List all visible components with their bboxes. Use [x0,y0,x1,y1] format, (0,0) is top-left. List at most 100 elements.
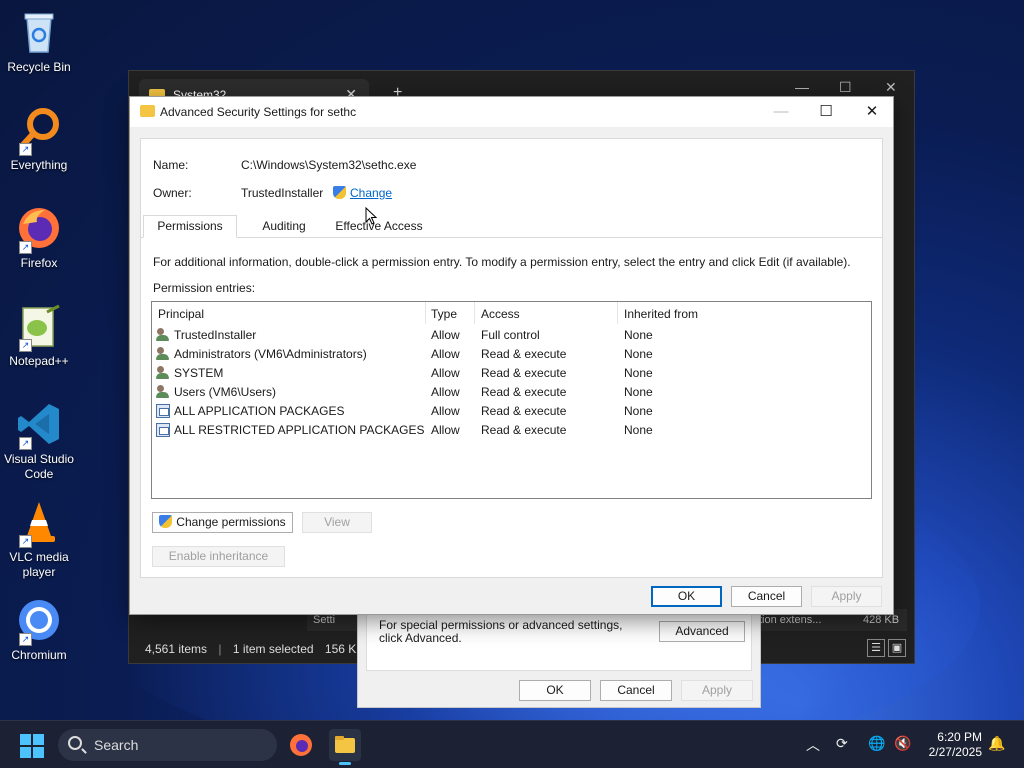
tab-permissions[interactable]: Permissions [143,215,237,238]
taskbar: Search ︿ ⟳ 🌐 🔇 6:20 PM 2/27/2025 🔔 [0,720,1024,768]
language-icon[interactable]: 🌐 [868,735,885,752]
view-button[interactable]: View [302,512,372,533]
desktop-icon-label: Recycle Bin [7,60,71,74]
close-icon[interactable]: ✕ [857,101,887,123]
file-row-type: tion extens... [759,614,822,626]
details-view-icon[interactable]: ☰ [867,639,885,657]
chromium-icon: ↗ [15,596,63,646]
enable-inheritance-button[interactable]: Enable inheritance [152,546,285,567]
desktop-icon-label: Firefox [20,256,58,270]
permission-entries-title: Permission entries: [153,281,256,295]
chevron-up-icon[interactable]: ︿ [806,735,820,755]
owner-label: Owner: [153,186,192,200]
notification-bell-icon[interactable]: 🔔 [988,735,1005,752]
row-access: Read & execute [481,385,567,399]
user-group-icon [156,385,171,399]
user-group-icon [156,347,171,361]
recycle-bin-icon [15,8,63,56]
minimize-icon: — [773,103,789,120]
taskbar-file-explorer[interactable] [329,729,361,765]
app-package-icon [156,404,170,418]
column-header-principal[interactable]: Principal [158,307,204,321]
row-type: Allow [431,385,460,399]
taskbar-firefox[interactable] [285,729,317,761]
row-inherited: None [624,404,653,418]
row-principal: ALL APPLICATION PACKAGES [174,404,345,418]
start-button[interactable] [20,734,44,758]
desktop-icon-recycle-bin[interactable]: Recycle Bin [2,8,76,75]
column-header-inherited-from[interactable]: Inherited from [624,307,698,321]
vscode-icon: ↗ [15,400,63,450]
file-row-size: 428 KB [863,614,900,626]
change-owner-link[interactable]: Change [333,186,392,200]
clock[interactable]: 6:20 PM 2/27/2025 [918,730,982,760]
search-icon [68,736,82,750]
info-text: For additional information, double-click… [153,255,851,269]
sync-icon[interactable]: ⟳ [836,735,848,752]
status-item-count: 4,561 items [145,642,208,656]
tiles-view-icon[interactable]: ▣ [888,639,906,657]
taskbar-search[interactable]: Search [58,729,277,761]
desktop-icon-firefox[interactable]: ↗ Firefox [2,204,76,271]
tab-effective-access[interactable]: Effective Access [331,215,427,238]
props-apply-button[interactable]: Apply [681,680,753,701]
permission-entries-list[interactable]: Principal Type Access Inherited from Tru… [151,301,872,499]
desktop-icon-everything[interactable]: ↗ Everything [2,106,76,173]
desktop-icon-vscode[interactable]: ↗ Visual Studio Code [2,400,76,482]
table-row[interactable]: Administrators (VM6\Administrators) Allo… [152,345,871,364]
table-row[interactable]: Users (VM6\Users) Allow Read & execute N… [152,383,871,402]
column-header-access[interactable]: Access [481,307,520,321]
view-buttons: ☰ ▣ [864,639,906,657]
shortcut-arrow-icon: ↗ [19,535,32,548]
row-inherited: None [624,366,653,380]
row-principal: Administrators (VM6\Administrators) [174,347,367,361]
ok-button[interactable]: OK [651,586,722,607]
props-cancel-button[interactable]: Cancel [600,680,672,701]
apply-button[interactable]: Apply [811,586,882,607]
desktop-icon-notepadpp[interactable]: ↗ Notepad++ [2,302,76,369]
cancel-button[interactable]: Cancel [731,586,802,607]
desktop-icon-vlc[interactable]: ↗ VLC media player [2,498,76,580]
row-type: Allow [431,347,460,361]
row-type: Allow [431,328,460,342]
dialog-title: Advanced Security Settings for sethc [160,105,357,119]
clock-date: 2/27/2025 [928,745,982,759]
folder-icon [335,736,355,753]
vlc-icon: ↗ [15,498,63,548]
column-header-type[interactable]: Type [431,307,457,321]
row-inherited: None [624,423,653,437]
desktop-icon-label: Visual Studio Code [4,452,74,481]
firefox-icon: ↗ [15,204,63,254]
maximize-icon[interactable]: ☐ [811,101,841,123]
table-row[interactable]: TrustedInstaller Allow Full control None [152,326,871,345]
name-label: Name: [153,158,189,172]
row-principal: SYSTEM [174,366,224,380]
desktop-icon-chromium[interactable]: ↗ Chromium [2,596,76,663]
change-permissions-button[interactable]: Change permissions [152,512,293,533]
table-row[interactable]: ALL RESTRICTED APPLICATION PACKAGES Allo… [152,421,871,440]
row-type: Allow [431,366,460,380]
props-advanced-text: For special permissions or advanced sett… [379,618,623,645]
props-ok-button[interactable]: OK [519,680,591,701]
row-access: Read & execute [481,366,567,380]
shortcut-arrow-icon: ↗ [19,437,32,450]
tab-auditing[interactable]: Auditing [239,215,329,238]
maximize-icon[interactable]: ☐ [839,79,852,96]
change-link-text: Change [350,186,393,200]
row-access: Read & execute [481,347,567,361]
everything-icon: ↗ [15,106,63,156]
desktop-icon-label: VLC media player [9,550,69,579]
minimize-icon[interactable]: — [795,79,809,95]
notepadpp-icon: ↗ [15,302,63,352]
close-icon[interactable]: ✕ [885,79,897,96]
owner-value: TrustedInstaller [241,186,324,200]
table-row[interactable]: ALL APPLICATION PACKAGES Allow Read & ex… [152,402,871,421]
row-type: Allow [431,423,460,437]
row-principal: Users (VM6\Users) [174,385,277,399]
table-row[interactable]: SYSTEM Allow Read & execute None [152,364,871,383]
speaker-muted-icon[interactable]: 🔇 [894,735,911,752]
desktop-icon-label: Everything [10,158,68,172]
dialog-body: Name: C:\Windows\System32\sethc.exe Owne… [140,138,883,578]
advanced-button[interactable]: Advanced [659,621,745,642]
desktop-icon-label: Chromium [11,648,67,662]
